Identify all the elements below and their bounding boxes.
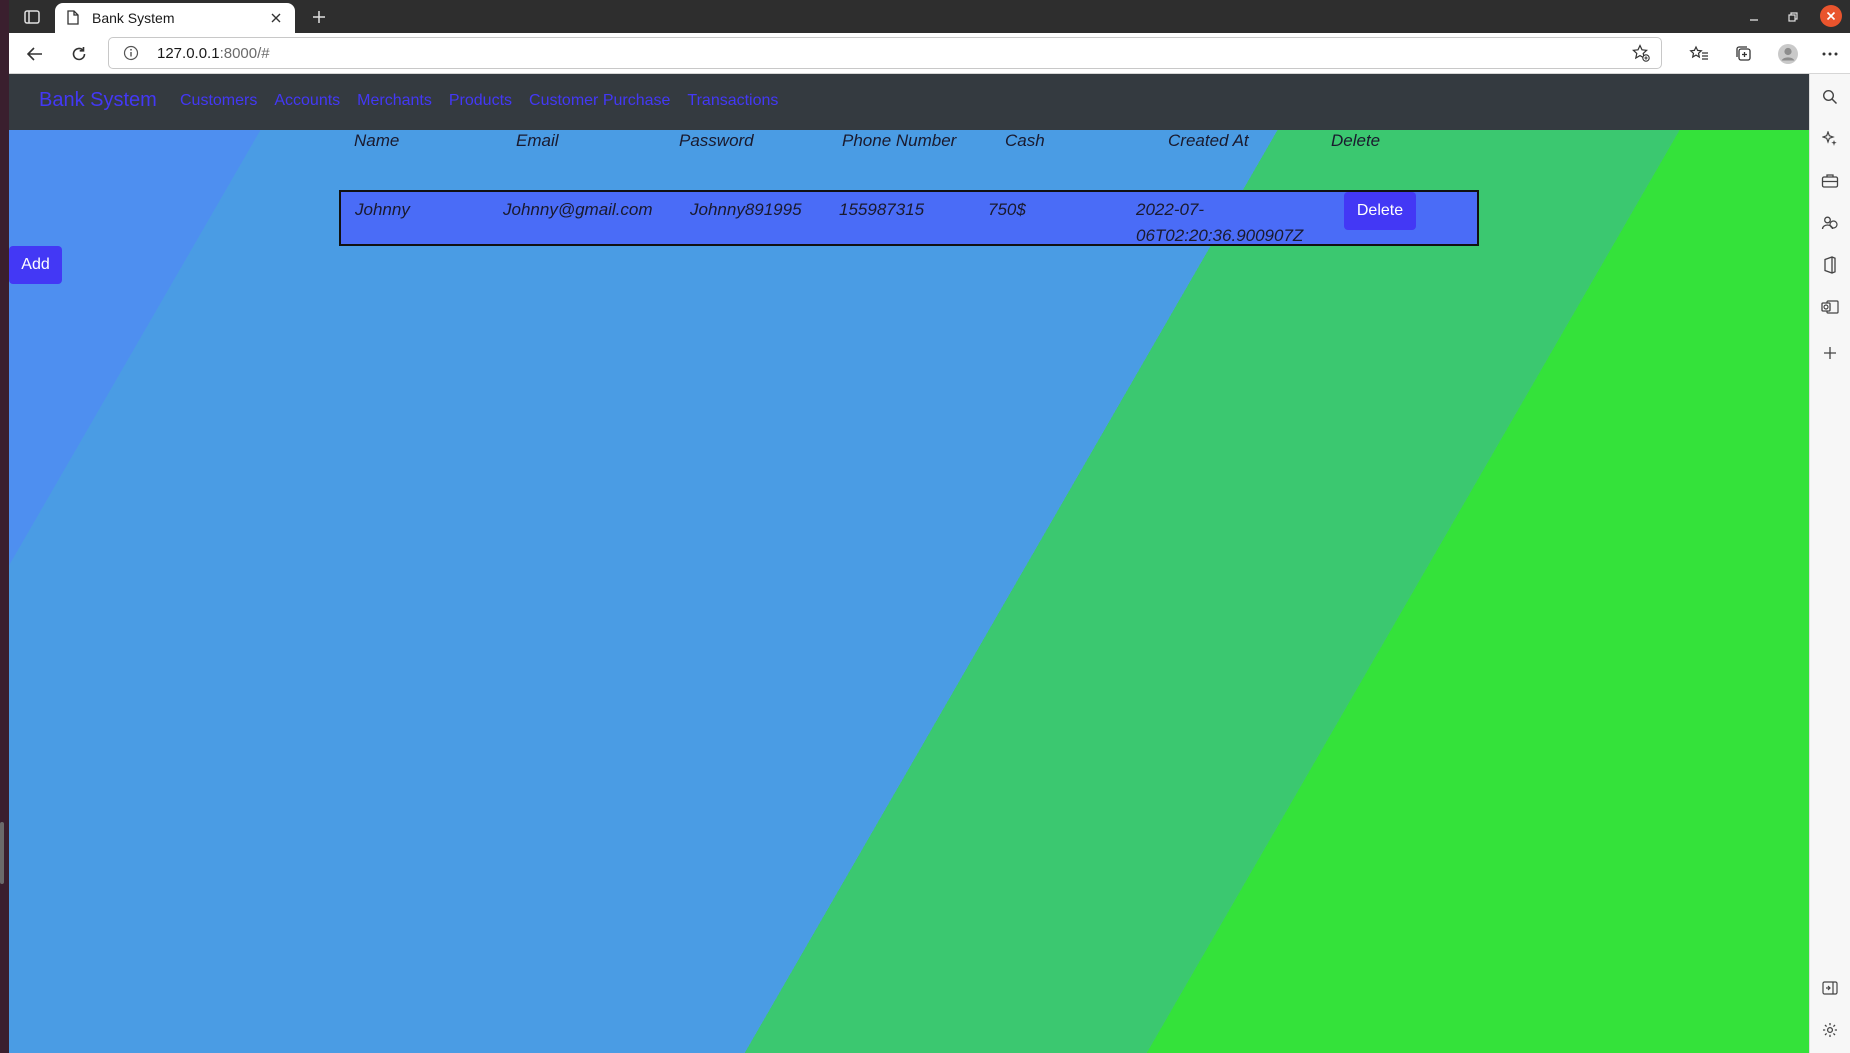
header-name: Name	[354, 131, 400, 150]
outlook-icon[interactable]	[1819, 296, 1841, 318]
nav-accounts[interactable]: Accounts	[274, 92, 340, 110]
profile-avatar-icon[interactable]	[1775, 41, 1801, 67]
search-icon[interactable]	[1819, 86, 1841, 108]
toolbox-icon[interactable]	[1819, 170, 1841, 192]
desktop-edge	[0, 0, 9, 1053]
add-button[interactable]: Add	[9, 246, 62, 284]
nav-customer-purchase[interactable]: Customer Purchase	[529, 92, 670, 110]
window-close-icon[interactable]	[1820, 5, 1842, 27]
add-sidebar-icon[interactable]	[1819, 342, 1841, 364]
site-info-icon[interactable]	[123, 45, 139, 65]
new-tab-icon[interactable]	[307, 5, 331, 29]
header-delete: Delete	[1331, 131, 1381, 150]
nav-merchants[interactable]: Merchants	[357, 92, 432, 110]
tab-bank-system[interactable]: Bank System	[55, 3, 295, 33]
cell-password: Johnny891995	[690, 200, 802, 219]
site-navbar: Bank System Customers Accounts Merchants…	[9, 74, 1809, 130]
tab-actions-icon[interactable]	[21, 7, 43, 27]
browser-sidebar	[1809, 74, 1850, 1053]
table-row: Johnny Johnny@gmail.com Johnny891995 155…	[339, 190, 1479, 246]
tab-title: Bank System	[92, 10, 175, 26]
collections-icon[interactable]	[1731, 41, 1757, 67]
desktop-edge-handle	[0, 822, 4, 884]
page-viewport: Bank System Customers Accounts Merchants…	[9, 74, 1809, 1053]
cell-created-at-line2: 06T02:20:36.900907Z	[1136, 226, 1304, 245]
sparkle-icon[interactable]	[1819, 128, 1841, 150]
tab-close-icon[interactable]	[267, 9, 285, 27]
header-cash: Cash	[1005, 131, 1045, 150]
url-text[interactable]: 127.0.0.1:8000/#	[157, 45, 270, 62]
browser-toolbar: 127.0.0.1:8000/#	[9, 33, 1850, 74]
cell-cash: 750$	[988, 200, 1026, 219]
office-icon[interactable]	[1819, 254, 1841, 276]
header-password: Password	[679, 131, 754, 150]
settings-gear-icon[interactable]	[1819, 1019, 1841, 1041]
cell-phone: 155987315	[839, 200, 925, 219]
header-created-at: Created At	[1168, 131, 1249, 150]
header-phone-number: Phone Number	[842, 131, 957, 150]
address-bar[interactable]: 127.0.0.1:8000/#	[108, 37, 1662, 69]
cell-created-at-line1: 2022-07-	[1136, 200, 1205, 219]
nav-links: Customers Accounts Merchants Products Cu…	[180, 92, 778, 110]
url-host: 127.0.0.1	[157, 45, 220, 62]
cell-name: Johnny	[355, 200, 410, 219]
nav-customers[interactable]: Customers	[180, 92, 257, 110]
more-options-icon[interactable]	[1817, 41, 1843, 67]
browser-window: Bank System 127.0.0.1:8000/# Bank System…	[9, 0, 1850, 1053]
people-icon[interactable]	[1819, 212, 1841, 234]
page-icon	[67, 10, 79, 29]
minimize-icon[interactable]	[1743, 7, 1765, 27]
url-rest: :8000/#	[219, 45, 270, 62]
nav-transactions[interactable]: Transactions	[687, 92, 778, 110]
back-arrow-icon[interactable]	[22, 41, 48, 67]
cell-email: Johnny@gmail.com	[503, 200, 653, 219]
tab-bar: Bank System	[9, 0, 1850, 33]
nav-products[interactable]: Products	[449, 92, 512, 110]
brand-link[interactable]: Bank System	[39, 89, 157, 112]
table-header: Name Email Password Phone Number Cash Cr…	[9, 131, 1809, 161]
add-favorite-icon[interactable]	[1631, 43, 1651, 67]
favorites-icon[interactable]	[1686, 41, 1712, 67]
hide-sidebar-icon[interactable]	[1819, 977, 1841, 999]
reload-icon[interactable]	[66, 41, 92, 67]
header-email: Email	[516, 131, 559, 150]
restore-icon[interactable]	[1782, 7, 1804, 27]
delete-button[interactable]: Delete	[1344, 192, 1416, 230]
cell-created-at: 2022-07- 06T02:20:36.900907Z	[1136, 197, 1326, 249]
